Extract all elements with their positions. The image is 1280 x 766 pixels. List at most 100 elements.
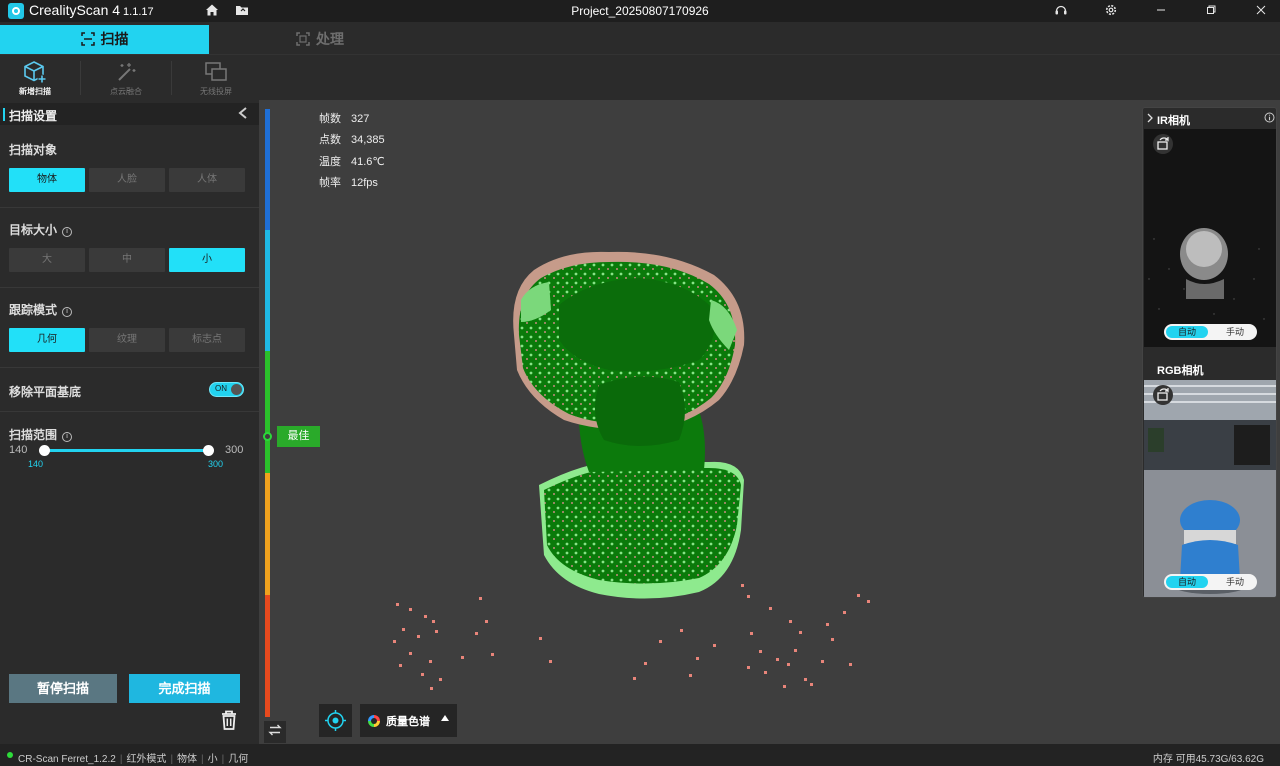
quality-colormap-button[interactable]: 质量色谱 xyxy=(360,704,457,737)
tab-process-label: 处理 xyxy=(316,31,344,47)
wireless-cast-label: 无线投屏 xyxy=(200,87,232,96)
wireless-cast-button[interactable]: 无线投屏 xyxy=(176,57,256,99)
panel-header: 扫描设置 xyxy=(0,103,259,125)
rgb-camera-title: RGB相机 xyxy=(1157,365,1204,377)
pause-scan-button[interactable]: 暂停扫描 xyxy=(9,674,117,703)
close-icon[interactable] xyxy=(1253,3,1269,19)
collapse-panel-icon[interactable] xyxy=(237,106,249,123)
tracking-option-texture[interactable]: 纹理 xyxy=(89,328,165,352)
home-icon[interactable] xyxy=(204,3,220,19)
target-size-option-large[interactable]: 大 xyxy=(9,248,85,272)
tracking-mode-title-text: 跟踪模式 xyxy=(9,303,58,317)
ir-exposure-toggle[interactable]: 自动 手动 xyxy=(1164,324,1257,340)
range-high-handle[interactable] xyxy=(203,445,214,456)
memory-usage: 内存 可用45.73G/63.62G xyxy=(1152,754,1264,765)
color-wheel-icon xyxy=(368,715,380,727)
title-bar: CrealityScan 4 1.1.17 Project_20250807170… xyxy=(0,0,1280,22)
rgb-camera-feed xyxy=(1144,380,1276,597)
status-items: CR-Scan Ferret_1.2.2 | 红外模式 | 物体 | 小 | 几何 xyxy=(18,754,249,765)
rgb-auto-option[interactable]: 自动 xyxy=(1166,576,1208,588)
swap-arrows-icon xyxy=(268,724,282,736)
toolbar-divider xyxy=(80,61,81,95)
app-title: CrealityScan 4 1.1.17 xyxy=(29,2,154,18)
new-scan-button[interactable]: 新增扫描 xyxy=(0,57,75,99)
mode-tab-bar: 扫描 处理 xyxy=(0,22,1280,54)
target-crosshair-icon xyxy=(325,710,346,731)
restore-icon[interactable] xyxy=(1203,3,1219,19)
ir-auto-option[interactable]: 自动 xyxy=(1166,326,1208,338)
caret-up-icon xyxy=(441,715,449,721)
range-low-value: 140 xyxy=(28,459,44,469)
range-low-handle[interactable] xyxy=(39,445,50,456)
magic-wand-icon xyxy=(118,63,136,81)
quality-colormap-label: 质量色谱 xyxy=(386,716,430,728)
rotate-ir-view-button[interactable] xyxy=(1153,134,1173,154)
target-size-option-small[interactable]: 小 xyxy=(169,248,245,272)
scan-object-title-text: 扫描对象 xyxy=(9,143,58,157)
finish-scan-button[interactable]: 完成扫描 xyxy=(129,674,240,703)
toolbar-divider xyxy=(171,61,172,95)
minimize-icon[interactable] xyxy=(1153,3,1169,19)
info-icon[interactable]: i xyxy=(62,432,73,442)
scan-object-option-face[interactable]: 人脸 xyxy=(89,168,165,192)
swap-view-button[interactable] xyxy=(264,721,286,743)
section-divider xyxy=(0,287,259,288)
status-scan-object: 物体 xyxy=(177,754,198,765)
chevron-right-icon[interactable] xyxy=(1146,113,1154,123)
rotate-rgb-view-button[interactable] xyxy=(1153,385,1173,405)
camera-preview-panel: IR相机 自动 手动 RGB相机 自动 手动 xyxy=(1142,107,1277,598)
status-target-size: 小 xyxy=(207,754,218,765)
folder-icon[interactable] xyxy=(234,3,250,19)
range-min-label: 140 xyxy=(9,444,28,456)
info-icon[interactable] xyxy=(1264,112,1275,123)
scan-object-option-object[interactable]: 物体 xyxy=(9,168,85,192)
rgb-manual-option[interactable]: 手动 xyxy=(1216,576,1254,588)
rgb-exposure-toggle[interactable]: 自动 手动 xyxy=(1164,574,1257,590)
status-light-mode: 红外模式 xyxy=(126,754,167,765)
tracking-option-geometry[interactable]: 几何 xyxy=(9,328,85,352)
scan-toolbar: 新增扫描 点云融合 无线投屏 xyxy=(0,54,1280,100)
point-fusion-button[interactable]: 点云融合 xyxy=(86,57,166,99)
range-high-value: 300 xyxy=(208,459,224,469)
project-name: Project_20250807170926 xyxy=(571,4,709,18)
scan-object-option-body[interactable]: 人体 xyxy=(169,168,245,192)
scan-viewport[interactable]: 最佳 帧数 327 点数 34,385 温度 41.6℃ 帧率 12fps 质量… xyxy=(259,100,1280,744)
toggle-knob xyxy=(231,384,242,395)
ir-camera-feed xyxy=(1144,129,1276,347)
app-name: CrealityScan 4 xyxy=(29,2,121,18)
device-connected-indicator xyxy=(7,752,13,758)
scan-object-title: 扫描对象 xyxy=(9,141,57,158)
tab-process[interactable]: 处理 xyxy=(280,25,360,54)
remove-plane-toggle[interactable]: ON xyxy=(209,382,244,397)
status-device: CR-Scan Ferret_1.2.2 xyxy=(18,754,116,765)
settings-gear-icon[interactable] xyxy=(1103,3,1119,19)
section-divider xyxy=(0,207,259,208)
trash-icon[interactable] xyxy=(219,709,239,731)
target-size-title: 目标大小 i xyxy=(9,221,73,238)
tab-scan-label: 扫描 xyxy=(100,31,129,47)
section-divider xyxy=(0,411,259,412)
panel-title: 扫描设置 xyxy=(9,109,58,123)
status-tracking-mode: 几何 xyxy=(228,754,249,765)
app-version: 1.1.17 xyxy=(123,6,154,18)
info-icon[interactable]: i xyxy=(62,307,73,317)
tracking-mode-title: 跟踪模式 i xyxy=(9,301,73,318)
tab-scan[interactable]: 扫描 xyxy=(0,25,209,54)
point-fusion-label: 点云融合 xyxy=(110,87,142,96)
target-size-title-text: 目标大小 xyxy=(9,223,58,237)
scan-range-title: 扫描范围 i xyxy=(9,426,73,443)
recenter-view-button[interactable] xyxy=(319,704,352,737)
header-accent-bar xyxy=(3,108,5,121)
ir-manual-option[interactable]: 手动 xyxy=(1216,326,1254,338)
app-logo-icon xyxy=(8,3,24,19)
new-scan-cube-icon xyxy=(24,61,47,84)
scan-range-slider-track[interactable] xyxy=(43,449,209,452)
tracking-option-marker[interactable]: 标志点 xyxy=(169,328,245,352)
toggle-state: ON xyxy=(215,384,227,393)
info-icon[interactable]: i xyxy=(62,227,73,237)
status-bar: CR-Scan Ferret_1.2.2 | 红外模式 | 物体 | 小 | 几何 内存 可用4… xyxy=(0,744,1280,766)
headset-support-icon[interactable] xyxy=(1053,3,1069,19)
process-frame-icon xyxy=(296,32,310,46)
target-size-option-medium[interactable]: 中 xyxy=(89,248,165,272)
cast-screen-icon xyxy=(205,62,227,81)
